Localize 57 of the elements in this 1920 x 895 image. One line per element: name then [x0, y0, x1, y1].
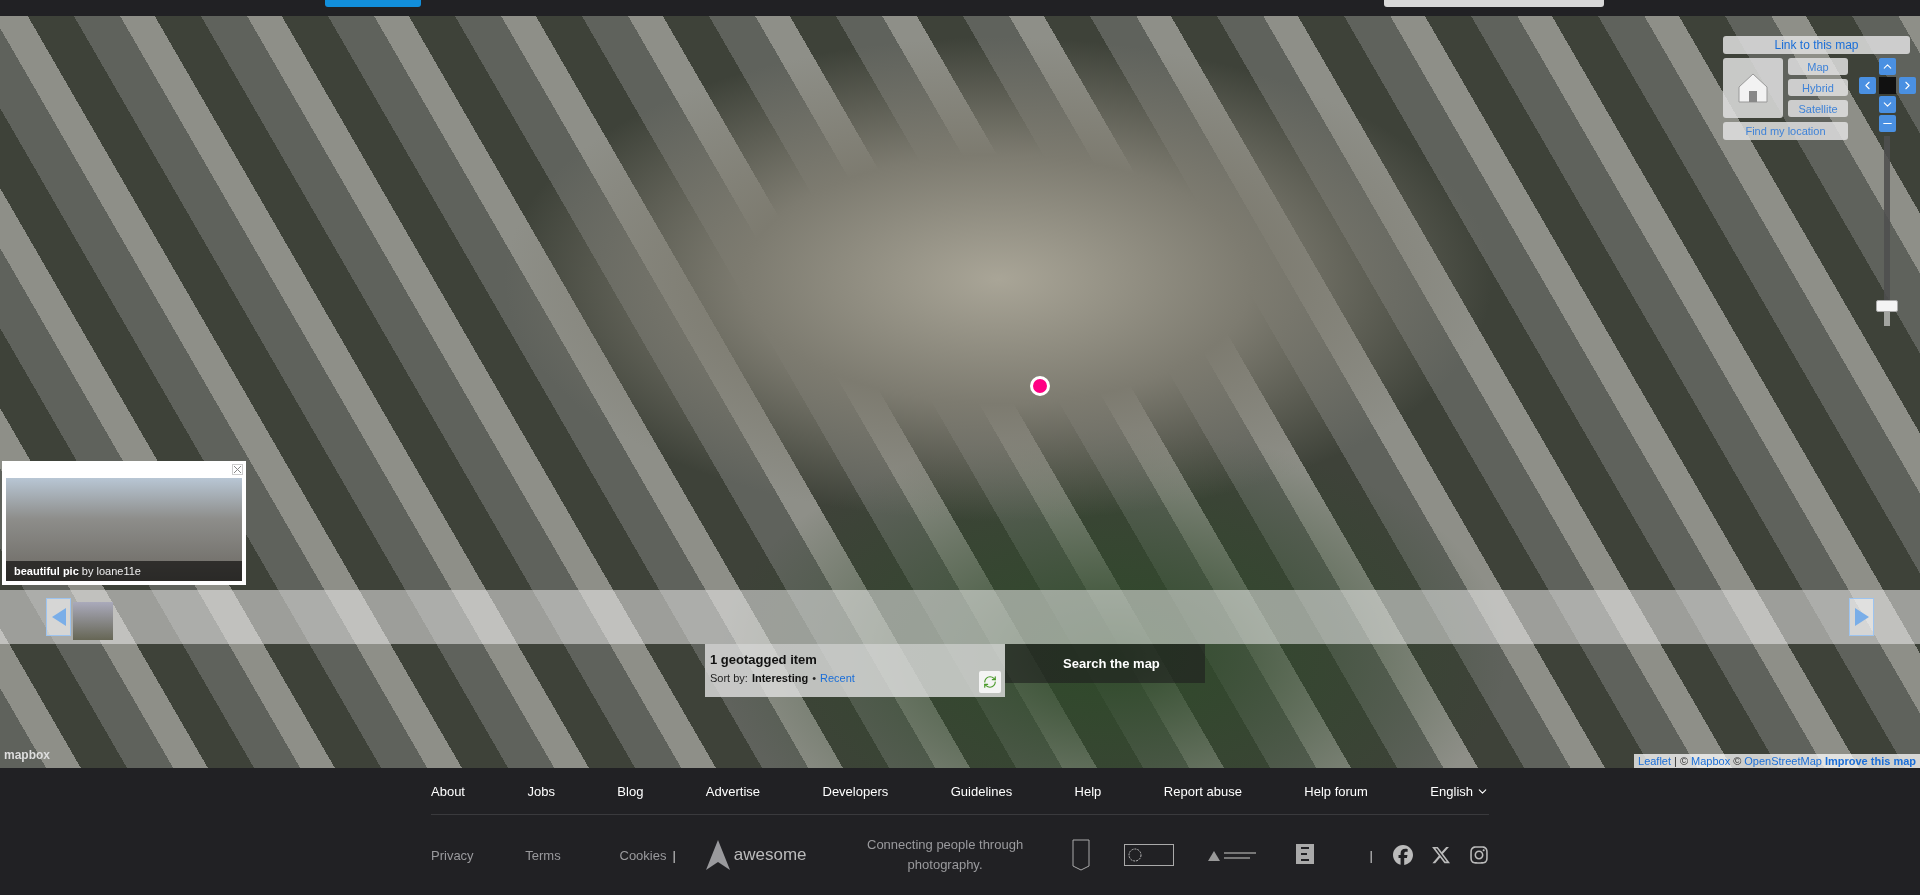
refresh-button[interactable]: [979, 671, 1001, 693]
attribution-link[interactable]: OpenStreetMap: [1744, 755, 1822, 767]
divider-text: |: [672, 847, 676, 863]
facebook-icon[interactable]: [1393, 845, 1413, 865]
attribution-text: ©: [1733, 755, 1742, 767]
footer-link[interactable]: Guidelines: [950, 783, 1013, 799]
home-button[interactable]: [1723, 58, 1783, 118]
close-icon: [234, 466, 241, 473]
certification-badge-icon: [1071, 839, 1090, 871]
footer-link[interactable]: Advertise: [705, 783, 761, 799]
footer-link[interactable]: Jobs: [527, 783, 555, 799]
close-button[interactable]: [232, 464, 243, 475]
triangle-left-icon: [51, 608, 66, 626]
language-selector[interactable]: English: [1430, 783, 1489, 799]
house-icon: [1736, 71, 1770, 105]
pan-up-button[interactable]: [1878, 58, 1896, 75]
search-map-button[interactable]: Search the map: [1005, 644, 1205, 683]
footer-link[interactable]: Help forum: [1304, 783, 1368, 799]
pan-center: [1878, 77, 1896, 94]
separator-dot: •: [812, 672, 816, 684]
instagram-icon[interactable]: [1469, 845, 1489, 865]
legal-link[interactable]: Privacy: [431, 847, 526, 863]
pan-down-button[interactable]: [1878, 96, 1896, 113]
climate-badge-icon: [1123, 844, 1174, 866]
brand-name: awesome: [733, 845, 807, 865]
x-icon[interactable]: [1431, 845, 1451, 865]
legal-link[interactable]: Cookies: [619, 847, 669, 863]
zoom-out-button[interactable]: [1878, 115, 1896, 132]
attribution-link[interactable]: Mapbox: [1691, 755, 1731, 767]
attribution-text: ©: [1679, 755, 1688, 767]
footer-link[interactable]: Blog: [617, 783, 644, 799]
triangle-right-icon: [1854, 608, 1869, 626]
footer-link[interactable]: Report abuse: [1163, 783, 1242, 799]
satellite-map[interactable]: [0, 16, 1920, 768]
legal-link[interactable]: Terms: [525, 847, 620, 863]
photo-placeholder[interactable]: beautiful pic by loane11e: [6, 478, 242, 581]
footer-link[interactable]: Developers: [822, 783, 889, 799]
photo-caption: beautiful pic by loane11e: [6, 561, 242, 581]
location-marker[interactable]: [1030, 376, 1050, 396]
refresh-icon: [983, 675, 997, 689]
result-count: 1 geotagged item: [710, 652, 818, 667]
search-field[interactable]: [1384, 0, 1604, 7]
map-logo: mapbox: [4, 748, 50, 762]
pan-right-button[interactable]: [1898, 77, 1916, 94]
brand-logo-icon: [705, 840, 730, 870]
sort-option[interactable]: Interesting: [751, 672, 809, 684]
photo-thumbnail[interactable]: [73, 602, 113, 640]
pan-left-button[interactable]: [1858, 77, 1876, 94]
tagline: Connecting people through photography.: [866, 836, 1024, 874]
divider-text: |: [1369, 847, 1373, 863]
footer-link[interactable]: About: [431, 783, 465, 799]
attribution-text: |: [1674, 755, 1677, 767]
footer-link[interactable]: Help: [1074, 783, 1102, 799]
attribution-link[interactable]: Leaflet: [1638, 755, 1672, 767]
sort-label: Sort by:: [710, 672, 748, 684]
zoom-handle[interactable]: [1876, 299, 1898, 312]
zoom-slider[interactable]: [1876, 136, 1898, 326]
